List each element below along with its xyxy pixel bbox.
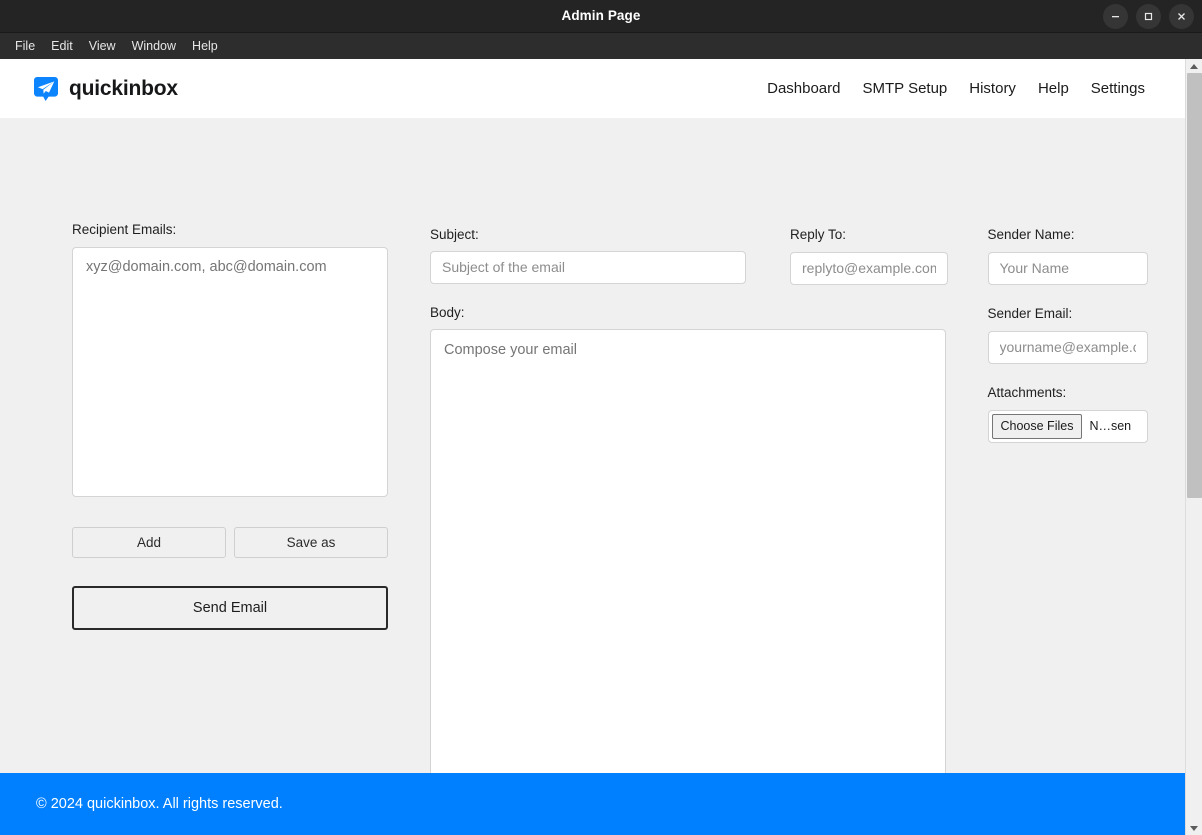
app-window: Admin Page File Edit View Window (0, 0, 1202, 835)
nav-link-history[interactable]: History (969, 80, 1016, 97)
footer-copyright: © 2024 quickinbox. All rights reserved. (36, 796, 283, 812)
maximize-button[interactable] (1136, 4, 1161, 29)
brand-name: quickinbox (69, 77, 178, 101)
browser-viewport: quickinbox Dashboard SMTP Setup History … (0, 59, 1202, 835)
sender-name-input[interactable] (988, 252, 1148, 285)
attachments-label: Attachments: (988, 386, 1186, 401)
recipient-actions: Add Save as (72, 527, 388, 558)
main-nav: Dashboard SMTP Setup History Help Settin… (767, 80, 1145, 97)
brand[interactable]: quickinbox (32, 75, 178, 103)
close-icon (1176, 11, 1187, 22)
reply-to-input[interactable] (790, 252, 948, 285)
title-bar: Admin Page (0, 0, 1202, 33)
menu-item-view[interactable]: View (81, 36, 124, 56)
recipients-column: Recipient Emails: Add Save as Send Email (0, 223, 430, 819)
window-controls (1103, 4, 1194, 29)
site-header: quickinbox Dashboard SMTP Setup History … (0, 59, 1185, 118)
sender-email-label: Sender Email: (988, 307, 1186, 322)
save-as-button[interactable]: Save as (234, 527, 388, 558)
reply-to-column: Reply To: (790, 228, 988, 819)
nav-link-settings[interactable]: Settings (1091, 80, 1145, 97)
scroll-up-arrow-icon[interactable] (1186, 59, 1202, 73)
web-page: quickinbox Dashboard SMTP Setup History … (0, 59, 1185, 835)
nav-link-smtp-setup[interactable]: SMTP Setup (863, 80, 948, 97)
vertical-scrollbar[interactable] (1185, 59, 1202, 835)
recipient-emails-input[interactable] (72, 247, 388, 497)
maximize-icon (1143, 11, 1154, 22)
menu-bar: File Edit View Window Help (0, 33, 1202, 59)
menu-item-help[interactable]: Help (184, 36, 226, 56)
recipients-label: Recipient Emails: (72, 223, 388, 238)
subject-label: Subject: (430, 228, 790, 243)
minimize-button[interactable] (1103, 4, 1128, 29)
sender-name-label: Sender Name: (988, 228, 1186, 243)
window-title: Admin Page (0, 0, 1202, 32)
menu-item-edit[interactable]: Edit (43, 36, 81, 56)
send-email-button[interactable]: Send Email (72, 586, 388, 630)
minimize-icon (1110, 11, 1121, 22)
scrollbar-thumb[interactable] (1187, 73, 1202, 498)
site-footer: © 2024 quickinbox. All rights reserved. (0, 773, 1185, 835)
menu-item-window[interactable]: Window (124, 36, 184, 56)
nav-link-dashboard[interactable]: Dashboard (767, 80, 840, 97)
body-label: Body: (430, 306, 790, 321)
subject-input[interactable] (430, 251, 746, 284)
message-column: Subject: Body: (430, 228, 790, 819)
page-content: Recipient Emails: Add Save as Send Email… (0, 118, 1185, 835)
sender-email-input[interactable] (988, 331, 1148, 364)
attachments-file-input[interactable]: Choose Files N…sen (988, 410, 1148, 443)
menu-item-file[interactable]: File (7, 36, 43, 56)
scroll-down-arrow-icon[interactable] (1186, 821, 1202, 835)
add-button[interactable]: Add (72, 527, 226, 558)
choose-files-button[interactable]: Choose Files (992, 414, 1083, 439)
close-button[interactable] (1169, 4, 1194, 29)
sender-column: Sender Name: Sender Email: Attachments: … (988, 228, 1186, 819)
reply-to-label: Reply To: (790, 228, 988, 243)
email-compose-form: Recipient Emails: Add Save as Send Email… (0, 118, 1185, 819)
chosen-file-status: N…sen (1089, 419, 1131, 433)
nav-link-help[interactable]: Help (1038, 80, 1069, 97)
paper-plane-logo-icon (32, 75, 60, 103)
